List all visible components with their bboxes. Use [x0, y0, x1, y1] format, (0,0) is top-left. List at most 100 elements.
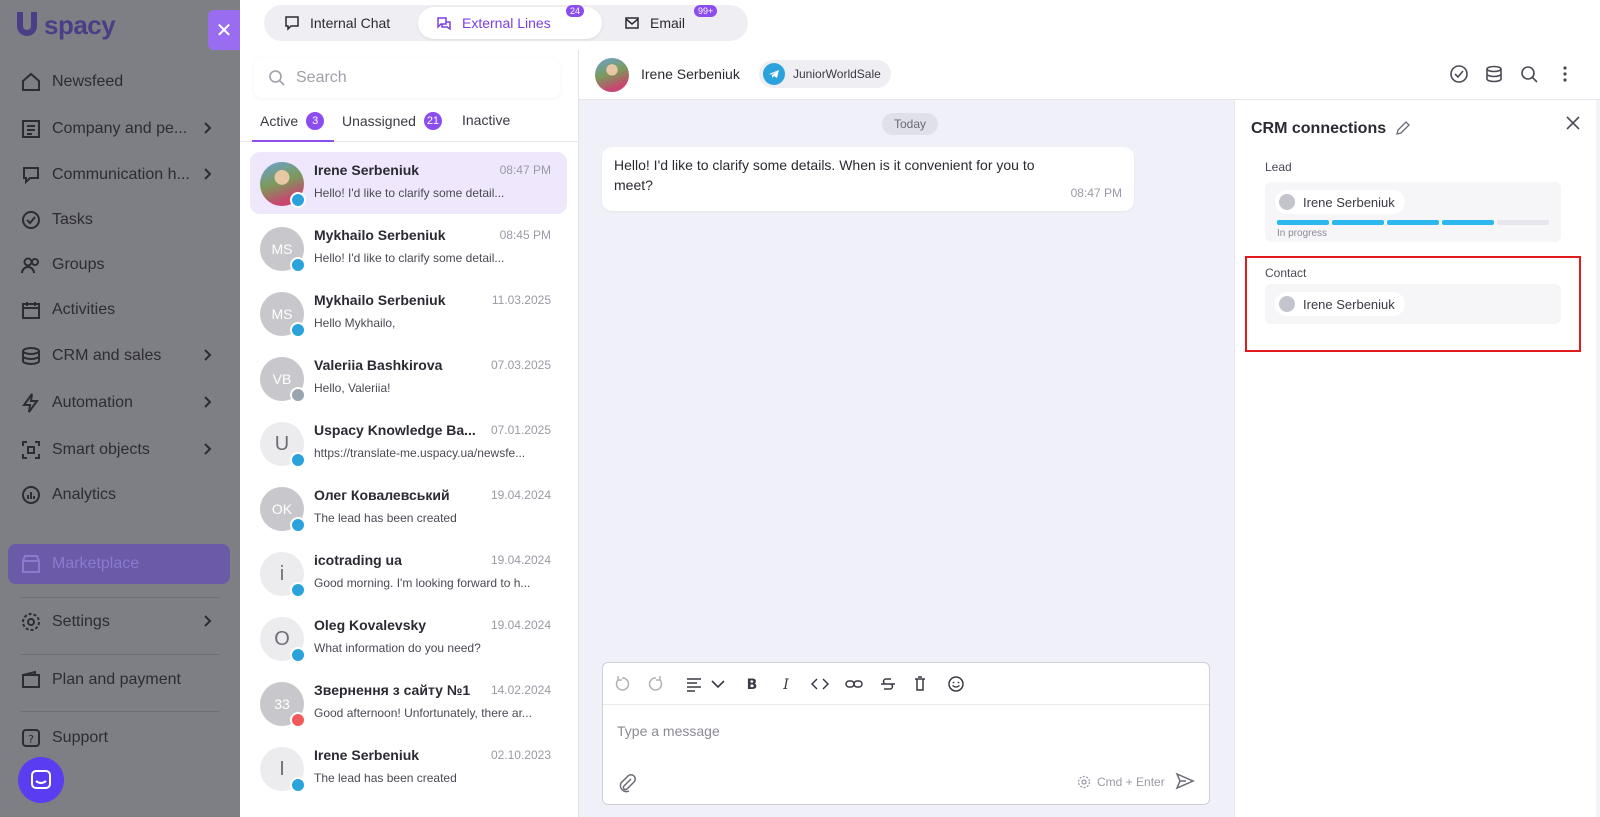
groups-icon: [21, 257, 39, 274]
check-circle-icon[interactable]: [1449, 64, 1469, 84]
tab-external-lines[interactable]: External Lines 24: [418, 5, 602, 39]
search-input[interactable]: Search: [254, 58, 560, 98]
conversation-name: Valeriia Bashkirova: [314, 357, 443, 373]
attachment-icon[interactable]: [617, 773, 637, 793]
conversation-time: 19.04.2024: [490, 618, 551, 632]
redo-icon[interactable]: [647, 675, 665, 693]
pencil-icon[interactable]: [1395, 120, 1411, 136]
nav-item-support[interactable]: ? Support: [20, 723, 220, 753]
search-placeholder: Search: [296, 69, 347, 86]
strikethrough-icon[interactable]: [879, 675, 897, 693]
align-icon[interactable]: [685, 675, 703, 693]
conversation-time: 02.10.2023: [490, 748, 551, 762]
uspacy-logo[interactable]: spacy: [14, 8, 116, 42]
viber-icon: [290, 387, 306, 403]
search-icon: [269, 70, 285, 86]
link-icon[interactable]: [845, 675, 863, 693]
conversation-item[interactable]: VB Valeriia Bashkirova 07.03.2025 Hello,…: [250, 347, 567, 409]
nav-item-plan-payment[interactable]: Plan and payment: [20, 665, 220, 695]
send-shortcut-hint[interactable]: Cmd + Enter: [1077, 775, 1165, 789]
bold-icon[interactable]: B: [743, 675, 761, 693]
conversation-time: 19.04.2024: [490, 553, 551, 567]
tab-label: Unassigned: [342, 113, 416, 129]
conversation-list-pane: Search Active 3 Unassigned 21 Inactive I…: [240, 50, 579, 817]
send-icon[interactable]: [1175, 771, 1195, 791]
conversation-item[interactable]: Irene Serbeniuk 08:47 PM Hello! I'd like…: [250, 152, 567, 214]
close-menu-button[interactable]: ✕: [208, 10, 240, 50]
message-input[interactable]: Type a message: [617, 723, 720, 739]
conversation-time: 07.03.2025: [490, 358, 551, 372]
tab-count: 21: [423, 112, 442, 130]
tab-active[interactable]: Active 3: [260, 112, 325, 130]
conversation-item[interactable]: U Uspacy Knowledge Ba... 07.01.2025 http…: [250, 412, 567, 474]
help-chat-button[interactable]: [18, 757, 64, 803]
chevron-right-icon: [204, 396, 212, 408]
message-text: Hello! I'd like to clarify some details.…: [614, 157, 1035, 193]
nav-item-tasks[interactable]: Tasks: [20, 205, 220, 235]
channel-tabs: Internal Chat External Lines 24 Email 99…: [264, 5, 748, 41]
nav-label: CRM and sales: [52, 347, 162, 364]
tab-label: Internal Chat: [310, 15, 391, 31]
nav-item-newsfeed[interactable]: Newsfeed: [20, 67, 220, 97]
tab-unassigned[interactable]: Unassigned 21: [342, 112, 442, 130]
conversation-preview: Hello! I'd like to clarify some detail..…: [314, 251, 505, 265]
conversation-item[interactable]: O Oleg Kovalevsky 19.04.2024 What inform…: [250, 607, 567, 669]
chevron-down-icon[interactable]: [709, 675, 727, 693]
conversation-item[interactable]: MS Mykhailo Serbeniuk 11.03.2025 Hello M…: [250, 282, 567, 344]
nav-item-analytics[interactable]: Analytics: [20, 480, 220, 510]
calendar-icon: [22, 302, 40, 319]
conversation-name: Uspacy Knowledge Ba...: [314, 422, 476, 438]
website-widget-icon: [290, 712, 306, 728]
conversation-item[interactable]: OK Олег Ковалевський 19.04.2024 The lead…: [250, 477, 567, 539]
database-icon[interactable]: [1484, 64, 1504, 84]
nav-label: Support: [52, 729, 109, 746]
nav-label: Analytics: [52, 486, 117, 503]
left-navigation: spacy ✕ Newsfeed Company and pe... Commu…: [0, 0, 240, 817]
message-composer: B I Type a message Cmd + Enter: [602, 662, 1210, 805]
telegram-icon: [290, 517, 306, 533]
home-icon: [22, 72, 40, 91]
conversation-item[interactable]: MS Mykhailo Serbeniuk 08:45 PM Hello! I'…: [250, 217, 567, 279]
search-icon[interactable]: [1519, 64, 1539, 84]
contact-name[interactable]: Irene Serbeniuk: [641, 66, 740, 82]
nav-item-groups[interactable]: Groups: [20, 250, 220, 280]
nav-item-communication[interactable]: Communication h...: [20, 160, 220, 190]
nav-label: Plan and payment: [52, 671, 181, 688]
italic-icon[interactable]: I: [777, 675, 795, 693]
tab-internal-chat[interactable]: Internal Chat: [266, 7, 416, 39]
progress-segment: [1387, 220, 1439, 225]
nav-label: Groups: [52, 256, 105, 273]
conversation-preview: What information do you need?: [314, 641, 481, 655]
lead-chip[interactable]: Irene Serbeniuk: [1275, 190, 1405, 214]
tab-email[interactable]: Email 99+: [606, 5, 744, 39]
lead-card[interactable]: Irene Serbeniuk In progress: [1265, 182, 1561, 242]
status-tabs: Active 3 Unassigned 21 Inactive: [240, 108, 579, 142]
chat-bubble-icon: [31, 770, 51, 789]
tab-inactive[interactable]: Inactive: [462, 112, 510, 128]
analytics-icon: [22, 486, 40, 504]
conversation-item[interactable]: 33 Звернення з сайту №1 14.02.2024 Good …: [250, 672, 567, 734]
conversation-name: Irene Serbeniuk: [314, 747, 420, 763]
nav-item-company[interactable]: Company and pe...: [20, 114, 220, 144]
nav-item-settings[interactable]: Settings: [20, 607, 220, 637]
contact-avatar[interactable]: [595, 58, 629, 92]
more-vertical-icon[interactable]: [1555, 64, 1575, 84]
nav-item-automation[interactable]: Automation: [20, 388, 220, 418]
marketplace-icon: [22, 555, 40, 573]
conversation-item[interactable]: I Irene Serbeniuk 02.10.2023 The lead ha…: [250, 737, 567, 799]
clear-format-icon[interactable]: [911, 675, 929, 693]
conversation-item[interactable]: i icotrading ua 19.04.2024 Good morning.…: [250, 542, 567, 604]
undo-icon[interactable]: [613, 675, 631, 693]
tab-badge: 24: [566, 5, 585, 17]
emoji-icon[interactable]: [947, 675, 965, 693]
nav-item-activities[interactable]: Activities: [20, 295, 220, 325]
chevron-right-icon: [204, 615, 212, 627]
nav-item-marketplace[interactable]: Marketplace: [8, 544, 230, 584]
nav-item-smart-objects[interactable]: Smart objects: [20, 435, 220, 465]
person-icon: [1279, 194, 1295, 210]
tab-badge: 99+: [694, 5, 718, 17]
telegram-icon: [763, 63, 785, 85]
code-icon[interactable]: [811, 675, 829, 693]
close-icon[interactable]: [1564, 114, 1582, 132]
nav-item-crm[interactable]: CRM and sales: [20, 341, 220, 371]
